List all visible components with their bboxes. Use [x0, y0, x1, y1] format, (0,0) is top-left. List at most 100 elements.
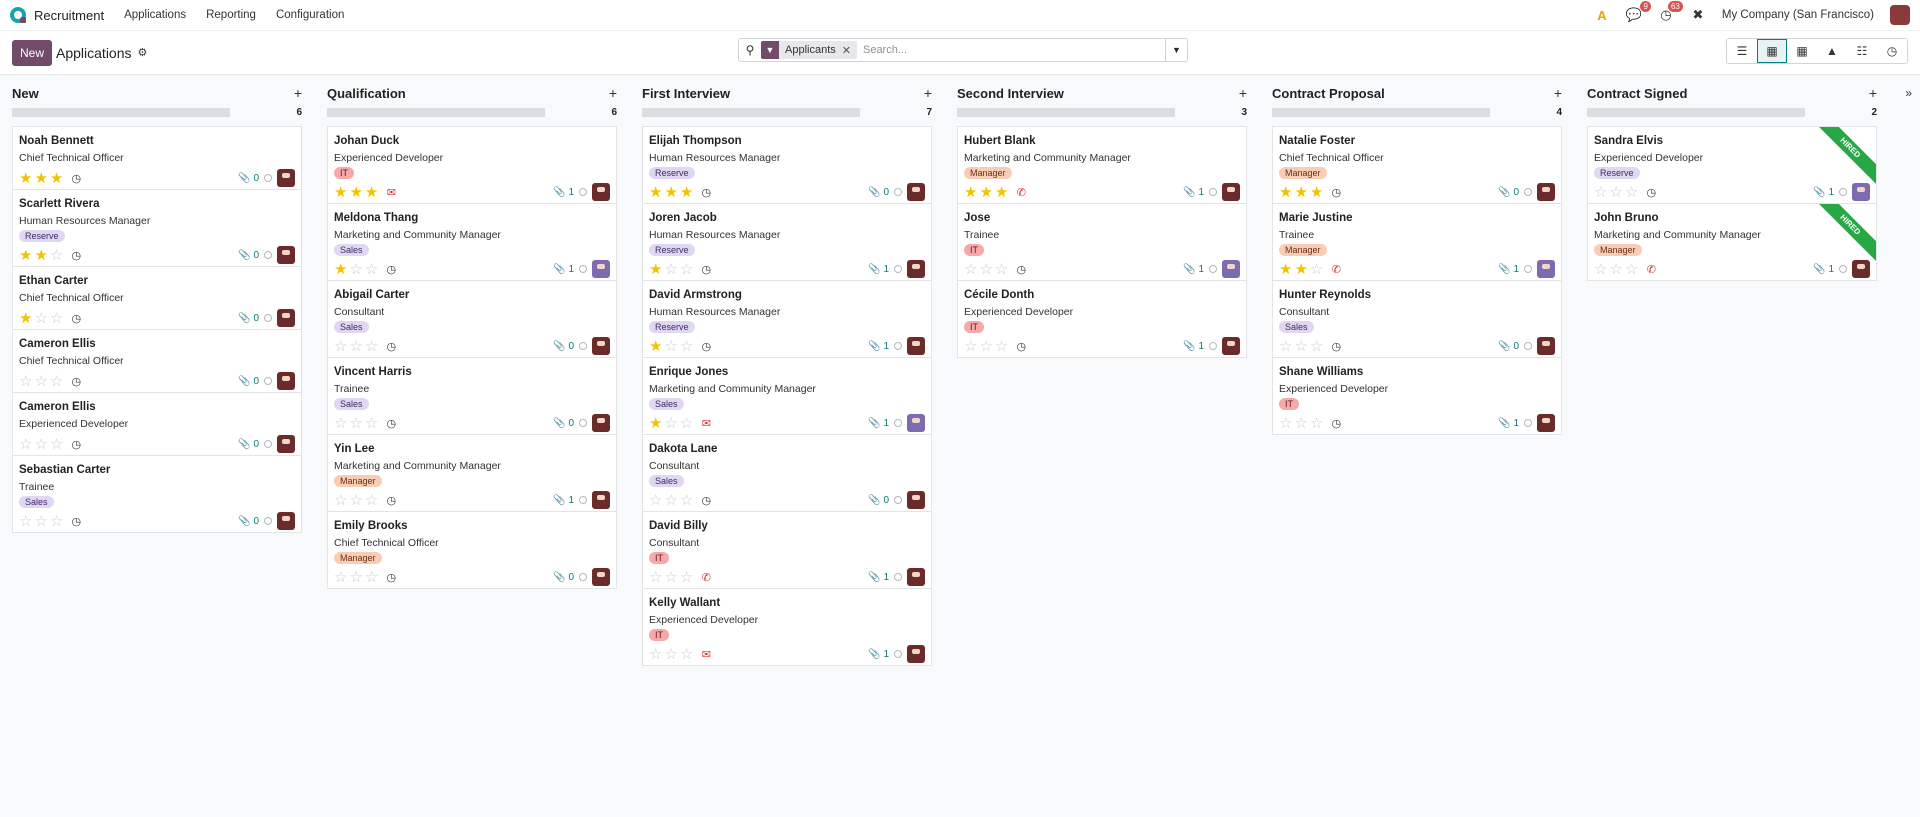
- menu-configuration[interactable]: Configuration: [276, 9, 344, 21]
- avatar[interactable]: [907, 337, 925, 355]
- priority-star-icon[interactable]: ☆: [50, 374, 63, 389]
- kanban-card[interactable]: Elijah Thompson Human Resources Manager Re…: [643, 127, 931, 204]
- priority-star-icon[interactable]: ★: [34, 248, 47, 263]
- priority-star-icon[interactable]: ☆: [680, 416, 693, 431]
- avatar[interactable]: [1537, 414, 1555, 432]
- kanban-card[interactable]: Hubert Blank Marketing and Community Mana…: [958, 127, 1246, 204]
- avatar[interactable]: [1222, 337, 1240, 355]
- kanban-state-dot[interactable]: [894, 496, 902, 504]
- kanban-state-dot[interactable]: [894, 419, 902, 427]
- kanban-card[interactable]: Yin Lee Marketing and Community Manager Ma…: [328, 435, 616, 512]
- kanban-card[interactable]: Cécile Donth Experienced Developer IT ☆ ☆ ☆ ◷ 📎…: [958, 281, 1246, 357]
- priority-star-icon[interactable]: ☆: [995, 339, 1008, 354]
- avatar[interactable]: [907, 260, 925, 278]
- priority-star-icon[interactable]: ☆: [664, 339, 677, 354]
- kanban-card[interactable]: John Bruno Marketing and Community Manage…: [1588, 204, 1876, 280]
- priority-star-icon[interactable]: ☆: [349, 262, 362, 277]
- priority-star-icon[interactable]: ☆: [1279, 416, 1292, 431]
- priority-star-icon[interactable]: ☆: [349, 339, 362, 354]
- activity-clock-icon[interactable]: ◷: [699, 263, 713, 276]
- avatar[interactable]: [1222, 183, 1240, 201]
- column-title[interactable]: Contract Signed: [1587, 86, 1687, 101]
- kanban-state-dot[interactable]: [894, 650, 902, 658]
- kanban-state-dot[interactable]: [264, 174, 272, 182]
- activity-clock-icon[interactable]: ◷: [69, 375, 83, 388]
- progress-bar[interactable]: [957, 107, 1175, 117]
- activity-clock-icon[interactable]: ◷: [699, 340, 713, 353]
- priority-star-icon[interactable]: ☆: [680, 262, 693, 277]
- priority-star-icon[interactable]: ☆: [680, 493, 693, 508]
- kanban-card[interactable]: Joren Jacob Human Resources Manager Reserv…: [643, 204, 931, 281]
- priority-star-icon[interactable]: ★: [1279, 185, 1292, 200]
- activity-clock-icon[interactable]: ◷: [1329, 186, 1343, 199]
- kanban-card[interactable]: Meldona Thang Marketing and Community Man…: [328, 204, 616, 281]
- calendar-view-icon[interactable]: ☷: [1847, 39, 1877, 63]
- kanban-state-dot[interactable]: [894, 188, 902, 196]
- priority-star-icon[interactable]: ★: [649, 339, 662, 354]
- priority-star-icon[interactable]: ☆: [1594, 262, 1607, 277]
- priority-star-icon[interactable]: ☆: [349, 493, 362, 508]
- priority-star-icon[interactable]: ☆: [664, 493, 677, 508]
- avatar[interactable]: [907, 414, 925, 432]
- avatar[interactable]: [592, 183, 610, 201]
- recruitment-app-icon[interactable]: [10, 7, 26, 23]
- priority-star-icon[interactable]: ★: [680, 185, 693, 200]
- priority-star-icon[interactable]: ☆: [34, 311, 47, 326]
- activity-clock-icon[interactable]: ◷: [699, 186, 713, 199]
- priority-star-icon[interactable]: ☆: [50, 248, 63, 263]
- priority-star-icon[interactable]: ★: [34, 171, 47, 186]
- kanban-state-dot[interactable]: [894, 342, 902, 350]
- activity-phone-icon[interactable]: ✆: [1329, 263, 1343, 276]
- activity-clock-icon[interactable]: ◷: [1014, 263, 1028, 276]
- priority-star-icon[interactable]: ☆: [664, 570, 677, 585]
- priority-star-icon[interactable]: ☆: [964, 339, 977, 354]
- activities-icon[interactable]: ◷ 63: [1658, 1, 1683, 23]
- search-input[interactable]: [862, 40, 1165, 60]
- kanban-state-dot[interactable]: [264, 251, 272, 259]
- priority-star-icon[interactable]: ☆: [334, 493, 347, 508]
- priority-star-icon[interactable]: ☆: [34, 437, 47, 452]
- kanban-state-dot[interactable]: [579, 496, 587, 504]
- activity-clock-icon[interactable]: ◷: [1329, 340, 1343, 353]
- kanban-card[interactable]: Kelly Wallant Experienced Developer IT ☆ ☆ ☆ ✉…: [643, 589, 931, 665]
- kanban-card[interactable]: Jose Trainee IT ☆ ☆ ☆ ◷ 📎 1: [958, 204, 1246, 281]
- kanban-view-icon[interactable]: ▦: [1757, 39, 1787, 63]
- priority-star-icon[interactable]: ★: [1294, 262, 1307, 277]
- kanban-card[interactable]: Cameron Ellis Chief Technical Officer ☆ ☆ ☆ ◷…: [13, 330, 301, 393]
- menu-applications[interactable]: Applications: [124, 9, 186, 21]
- kanban-card[interactable]: Marie Justine Trainee Manager ★ ★ ☆ ✆ 📎 1: [1273, 204, 1561, 281]
- kanban-state-dot[interactable]: [579, 419, 587, 427]
- kanban-card[interactable]: Enrique Jones Marketing and Community Man…: [643, 358, 931, 435]
- kanban-card[interactable]: Scarlett Rivera Human Resources Manager Re…: [13, 190, 301, 267]
- kanban-state-dot[interactable]: [1524, 419, 1532, 427]
- avatar[interactable]: [277, 309, 295, 327]
- avatar[interactable]: [277, 372, 295, 390]
- activity-clock-icon[interactable]: ◷: [384, 494, 398, 507]
- kanban-card[interactable]: Shane Williams Experienced Developer IT ☆ ☆ ☆…: [1273, 358, 1561, 434]
- new-button[interactable]: New: [12, 39, 53, 66]
- add-card-icon[interactable]: +: [1239, 85, 1247, 101]
- priority-star-icon[interactable]: ☆: [649, 570, 662, 585]
- column-title[interactable]: Second Interview: [957, 86, 1064, 101]
- activity-mail-icon[interactable]: ✉: [384, 186, 398, 199]
- activity-phone-icon[interactable]: ✆: [1014, 186, 1028, 199]
- priority-star-icon[interactable]: ☆: [334, 570, 347, 585]
- kanban-card[interactable]: Cameron Ellis Experienced Developer ☆ ☆ ☆ ◷ 📎 0: [13, 393, 301, 456]
- priority-star-icon[interactable]: ☆: [365, 339, 378, 354]
- priority-star-icon[interactable]: ★: [19, 311, 32, 326]
- kanban-state-dot[interactable]: [264, 440, 272, 448]
- progress-bar[interactable]: [327, 107, 545, 117]
- priority-star-icon[interactable]: ☆: [664, 262, 677, 277]
- activity-phone-icon[interactable]: ✆: [699, 571, 713, 584]
- avatar[interactable]: [1852, 183, 1870, 201]
- priority-star-icon[interactable]: ☆: [365, 416, 378, 431]
- column-title[interactable]: Qualification: [327, 86, 406, 101]
- avatar[interactable]: [907, 568, 925, 586]
- kanban-card[interactable]: Hunter Reynolds Consultant Sales ☆ ☆ ☆ ◷ 📎 0: [1273, 281, 1561, 358]
- avatar[interactable]: [277, 435, 295, 453]
- kanban-state-dot[interactable]: [1209, 342, 1217, 350]
- activity-clock-icon[interactable]: ◷: [69, 172, 83, 185]
- progress-bar[interactable]: [12, 107, 230, 117]
- priority-star-icon[interactable]: ☆: [649, 647, 662, 662]
- priority-star-icon[interactable]: ☆: [19, 514, 32, 529]
